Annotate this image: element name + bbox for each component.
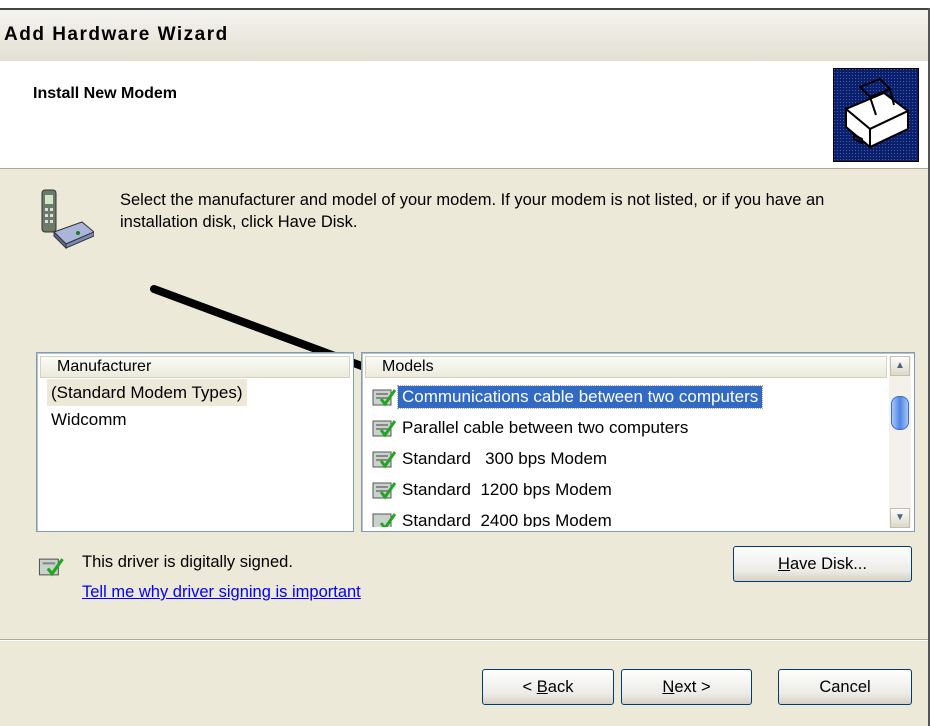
signed-driver-icon	[372, 420, 396, 438]
next-button[interactable]: Next >	[621, 669, 752, 705]
list-item[interactable]: Communications cable between two compute…	[372, 383, 764, 410]
list-item[interactable]: Parallel cable between two computers	[372, 414, 692, 441]
manufacturer-list[interactable]: Manufacturer (Standard Modem Types) Widc…	[36, 352, 354, 532]
manufacturer-item-label: (Standard Modem Types)	[51, 383, 243, 402]
scroll-up-icon[interactable]: ▲	[890, 356, 910, 376]
signed-status-text: This driver is digitally signed.	[82, 553, 293, 571]
back-prefix: <	[522, 678, 537, 696]
footer-separator	[0, 639, 930, 641]
model-item-label: Parallel cable between two computers	[402, 418, 689, 437]
signed-driver-icon	[372, 513, 396, 527]
scroll-down-icon[interactable]: ▼	[890, 508, 910, 528]
instruction-text: Select the manufacturer and model of you…	[120, 191, 825, 231]
cancel-button[interactable]: Cancel	[778, 669, 912, 705]
signed-driver-icon	[372, 482, 396, 500]
list-item[interactable]: Standard 300 bps Modem	[372, 445, 611, 472]
next-label: ext >	[674, 678, 711, 696]
model-item-label: Standard 2400 bps Modem	[402, 511, 612, 527]
page-title: Install New Modem	[33, 85, 178, 102]
list-item[interactable]: Standard 2400 bps Modem	[372, 507, 886, 527]
back-label: ack	[547, 678, 574, 696]
modem-phone-icon	[38, 188, 95, 250]
title-bar: Add Hardware Wizard	[0, 8, 930, 63]
signed-driver-icon	[372, 451, 396, 469]
manufacturer-item-standard[interactable]: (Standard Modem Types)	[47, 379, 247, 406]
models-list[interactable]: Models Communications cable between two …	[361, 352, 915, 532]
scroll-thumb[interactable]	[891, 396, 909, 430]
models-scrollbar[interactable]: ▲ ▼	[889, 356, 911, 528]
manufacturer-item-widcomm[interactable]: Widcomm	[47, 406, 131, 433]
model-item-label: Communications cable between two compute…	[396, 385, 764, 409]
back-accelerator: B	[536, 678, 548, 696]
driver-signing-link[interactable]: Tell me why driver signing is important	[82, 583, 361, 602]
model-item-label: Standard 300 bps Modem	[402, 449, 608, 468]
models-column-header[interactable]: Models	[365, 356, 887, 378]
manufacturer-column-header[interactable]: Manufacturer	[40, 356, 350, 378]
manufacturer-item-label: Widcomm	[51, 410, 127, 429]
wizard-header: Install New Modem	[0, 61, 930, 169]
model-item-label: Standard 1200 bps Modem	[402, 480, 612, 499]
window-title: Add Hardware Wizard	[4, 24, 229, 45]
next-accelerator: N	[662, 678, 675, 696]
signed-driver-icon	[372, 389, 396, 407]
have-disk-accelerator: H	[778, 555, 790, 573]
signed-driver-icon	[38, 558, 64, 577]
have-disk-label: ave Disk...	[789, 555, 867, 573]
list-item[interactable]: Standard 1200 bps Modem	[372, 476, 616, 503]
top-strip	[0, 0, 930, 8]
hardware-wizard-icon	[833, 68, 919, 162]
back-button[interactable]: < Back	[482, 669, 614, 705]
have-disk-button[interactable]: Have Disk...	[733, 546, 912, 582]
